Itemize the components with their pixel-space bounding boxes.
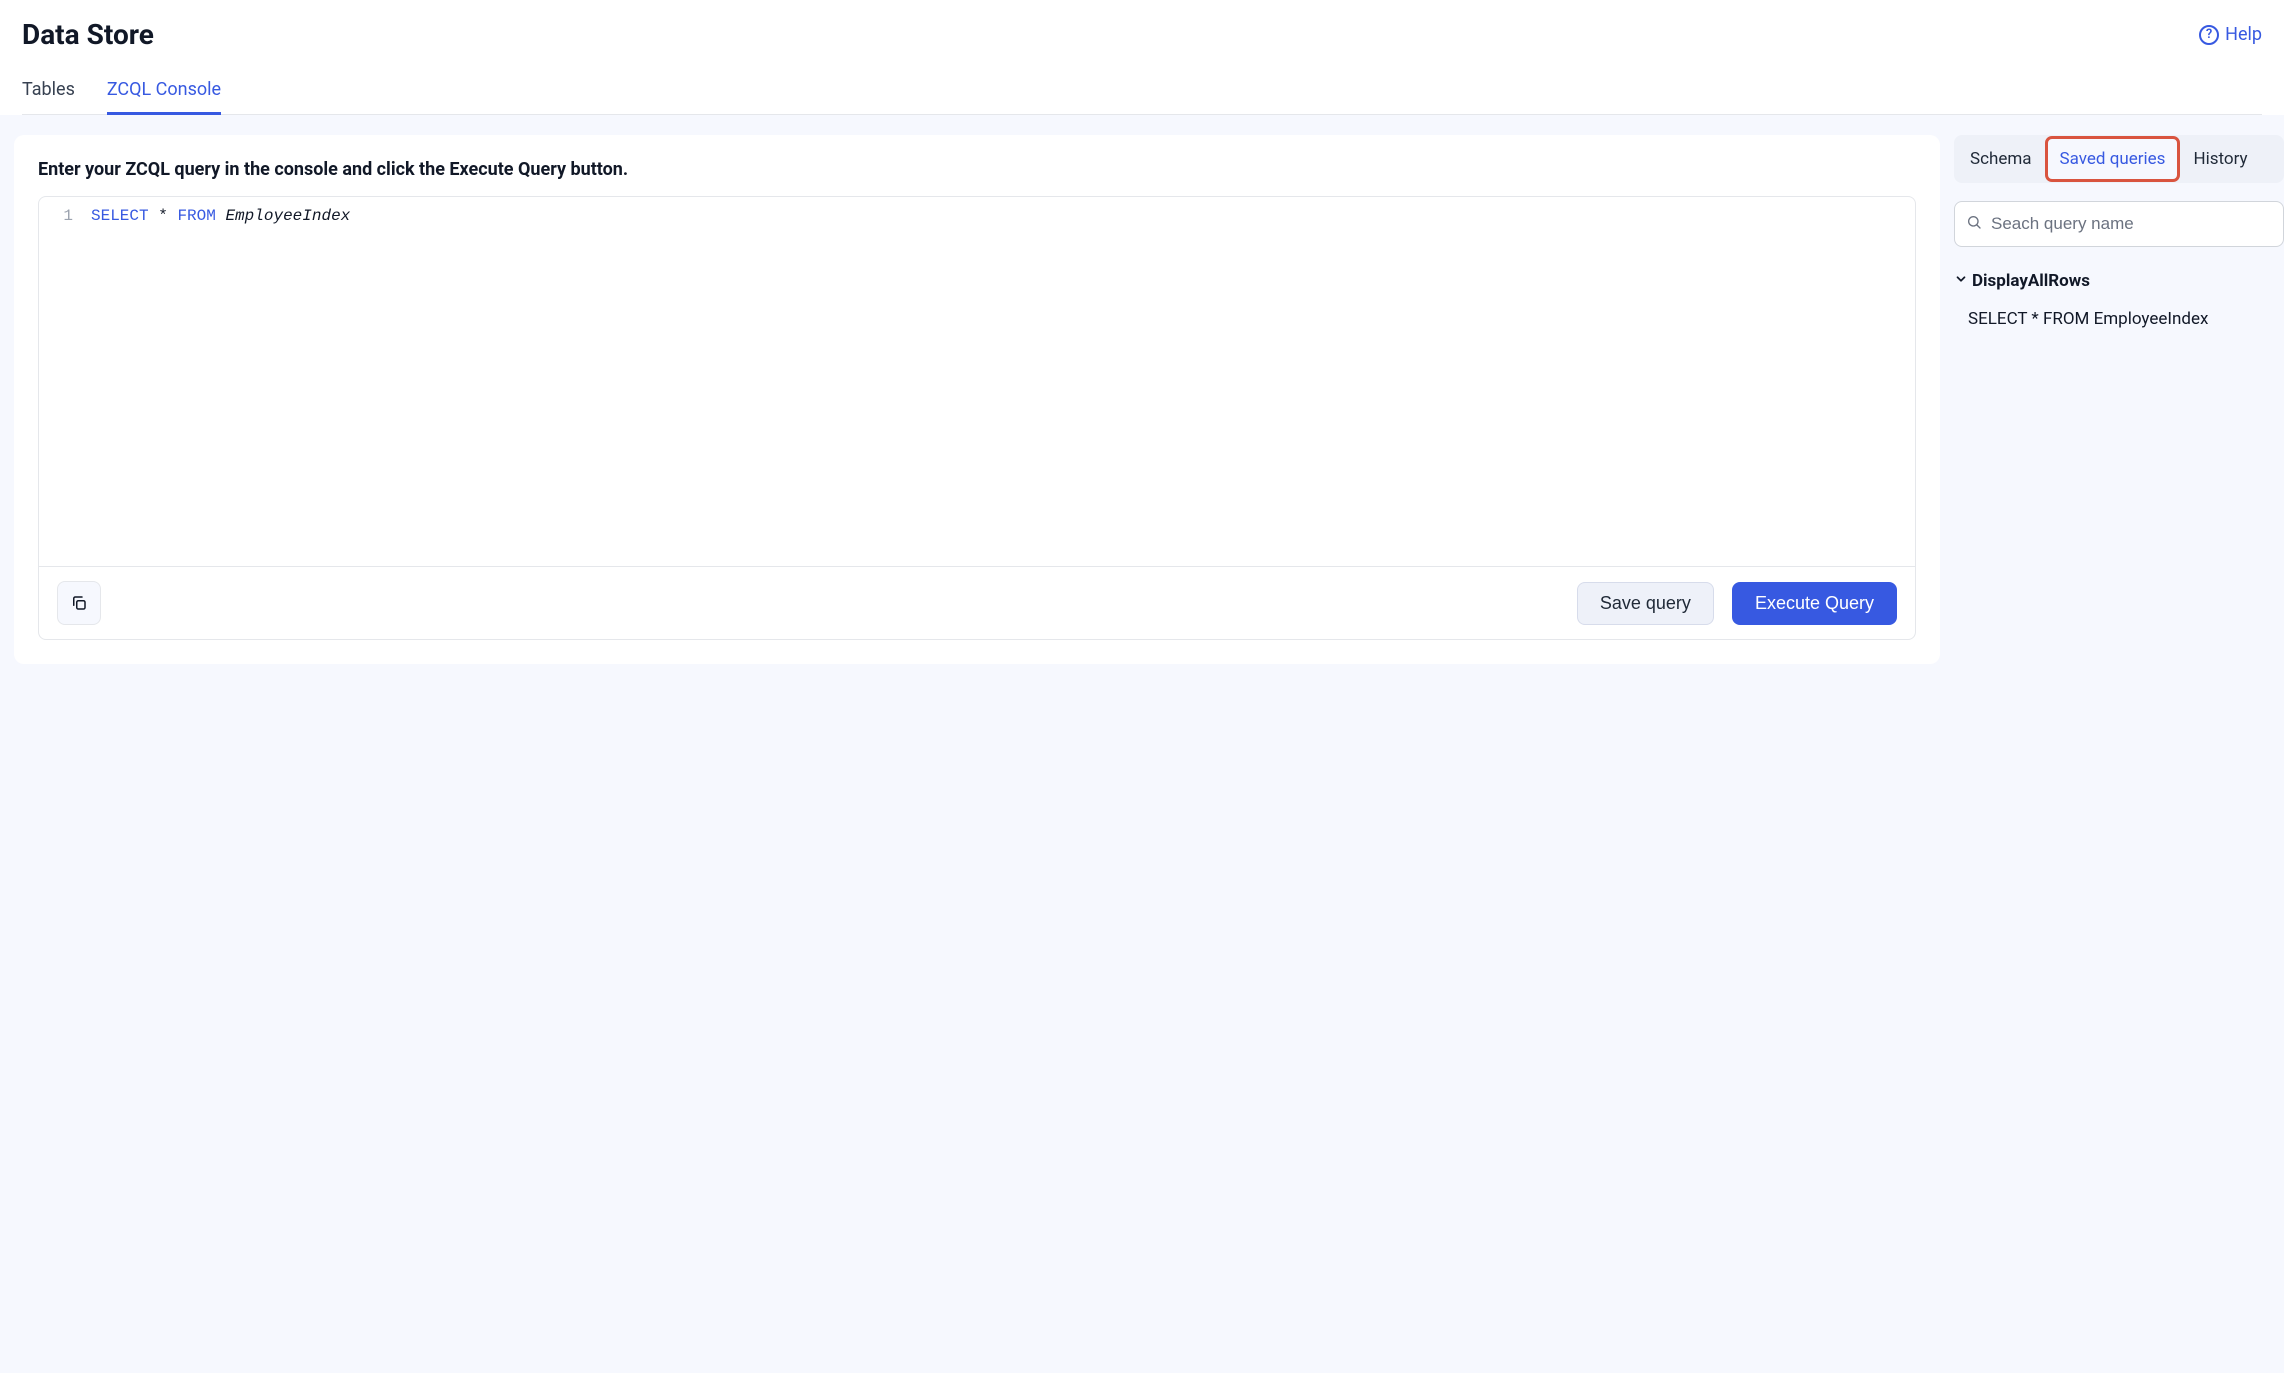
editor-prompt: Enter your ZCQL query in the console and… [38,159,1916,180]
saved-query-toggle[interactable]: DisplayAllRows [1954,271,2284,291]
page-title: Data Store [22,18,154,51]
chevron-down-icon [1954,271,1968,291]
token-ident: EmployeeIndex [225,207,350,225]
copy-button[interactable] [57,581,101,625]
execute-query-button[interactable]: Execute Query [1732,582,1897,625]
help-link[interactable]: ? Help [2199,24,2262,45]
saved-query-item: DisplayAllRows SELECT * FROM EmployeeInd… [1954,271,2284,329]
editor-card: Enter your ZCQL query in the console and… [14,135,1940,664]
copy-icon [70,594,88,612]
help-label: Help [2225,24,2262,45]
saved-query-name: DisplayAllRows [1972,271,2090,291]
search-icon [1966,214,1982,234]
token-select: SELECT [91,207,149,225]
line-number: 1 [39,207,73,225]
tab-zcql-console[interactable]: ZCQL Console [107,79,221,115]
saved-query-body: SELECT * FROM EmployeeIndex [1954,309,2284,329]
side-tab-history[interactable]: History [2181,139,2259,179]
code-line[interactable]: SELECT * FROM EmployeeIndex [91,207,1915,556]
side-tab-saved-queries[interactable]: Saved queries [2048,139,2178,179]
editor-footer: Save query Execute Query [38,566,1916,640]
save-query-button[interactable]: Save query [1577,582,1714,625]
tab-tables[interactable]: Tables [22,79,75,115]
help-icon: ? [2199,25,2219,45]
side-tabs: Schema Saved queries History [1954,135,2284,183]
search-input[interactable] [1954,201,2284,247]
token-star: * [158,207,168,225]
editor-gutter: 1 [39,207,91,556]
token-from: FROM [177,207,215,225]
code-editor[interactable]: 1 SELECT * FROM EmployeeIndex [38,196,1916,566]
side-tab-schema[interactable]: Schema [1958,139,2044,179]
main-tabs: Tables ZCQL Console [22,79,2262,115]
